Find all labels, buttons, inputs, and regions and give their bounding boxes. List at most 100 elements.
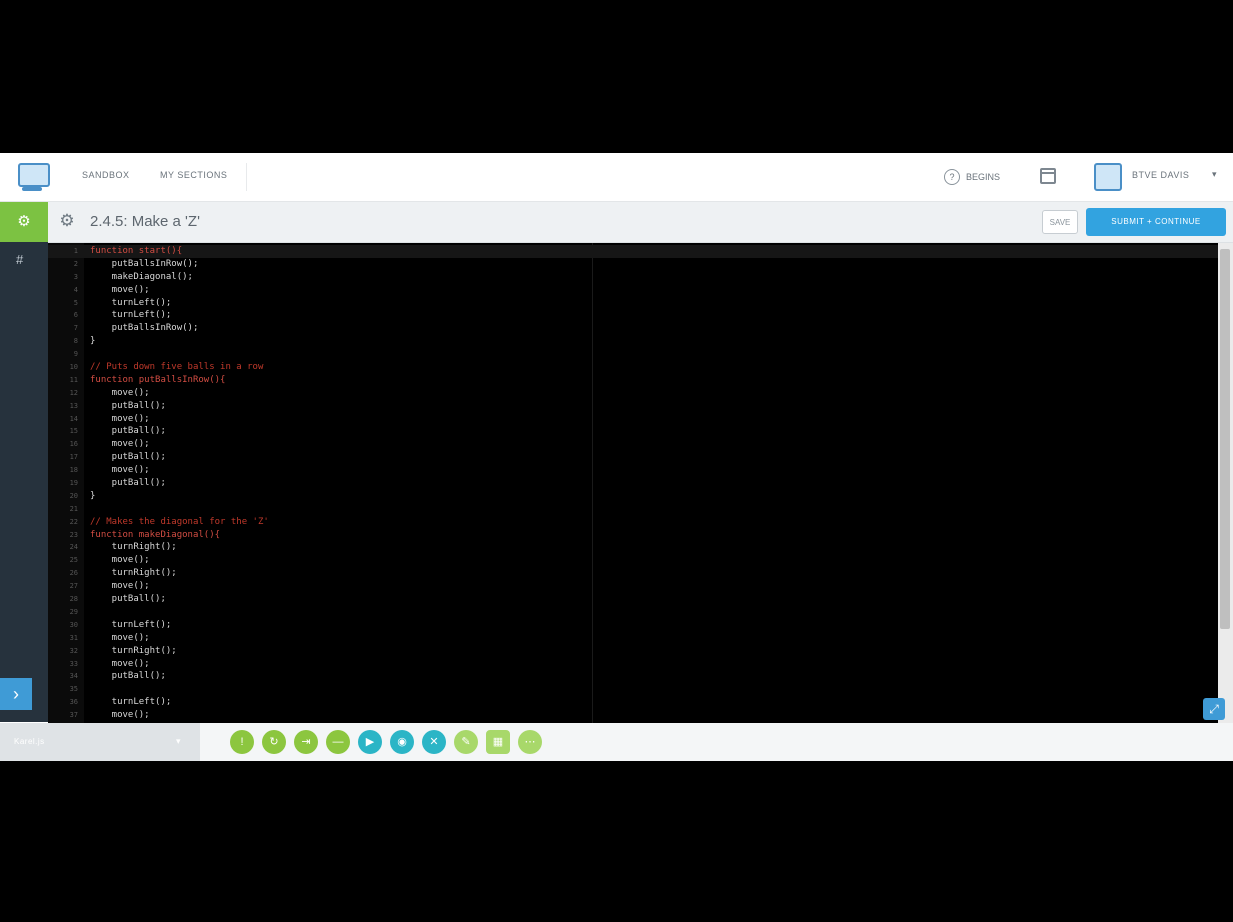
code-line[interactable]: 22 // Makes the diagonal for the 'Z' <box>48 516 1218 529</box>
codehs-logo-icon[interactable] <box>16 161 50 193</box>
file-selector[interactable]: Karel.js ▾ <box>0 723 200 761</box>
reset-button[interactable]: ↻ <box>262 730 286 754</box>
code-text: putBall(); <box>90 452 166 463</box>
code-text: turnRight(); <box>90 542 177 553</box>
line-number: 18 <box>69 466 78 475</box>
code-line[interactable]: 21 <box>48 503 1218 516</box>
code-line[interactable]: 3 makeDiagonal(); <box>48 271 1218 284</box>
code-line[interactable]: 4 move(); <box>48 284 1218 297</box>
code-line[interactable]: 28 putBall(); <box>48 593 1218 606</box>
line-number: 22 <box>69 517 78 526</box>
bottom-toolbar: Karel.js ▾ ! ↻ ⇥ — ▶ ◉ ✕ ✎ ▦ ⋯ <box>0 723 1233 761</box>
line-number: 31 <box>69 633 78 642</box>
hash-icon[interactable]: # <box>16 252 23 267</box>
code-line[interactable]: 23 function makeDiagonal(){ <box>48 529 1218 542</box>
grid-button[interactable]: ▦ <box>486 730 510 754</box>
code-line[interactable]: 18 move(); <box>48 464 1218 477</box>
line-number: 30 <box>69 620 78 629</box>
code-line[interactable]: 26 turnRight(); <box>48 567 1218 580</box>
code-line[interactable]: 12 move(); <box>48 387 1218 400</box>
code-line[interactable]: 34 putBall(); <box>48 670 1218 683</box>
line-number: 8 <box>73 337 78 346</box>
code-line[interactable]: 6 turnLeft(); <box>48 309 1218 322</box>
user-name[interactable]: BTVE DAVIS <box>1132 170 1189 180</box>
calendar-icon[interactable] <box>1040 168 1056 184</box>
help-button[interactable]: ? BEGINS <box>944 167 1000 187</box>
code-text: makeDiagonal(); <box>90 271 193 282</box>
line-number: 3 <box>73 272 78 281</box>
more-button[interactable]: ⋯ <box>518 730 542 754</box>
chevron-down-icon[interactable]: ▾ <box>1212 169 1217 180</box>
line-number: 28 <box>69 595 78 604</box>
line-number: 19 <box>69 479 78 488</box>
code-line[interactable]: 7 putBallsInRow(); <box>48 322 1218 335</box>
line-number: 12 <box>69 388 78 397</box>
line-number: 33 <box>69 659 78 668</box>
code-text: move(); <box>90 632 150 643</box>
code-line[interactable]: 16 move(); <box>48 438 1218 451</box>
file-name: Karel.js <box>14 737 45 746</box>
code-text: move(); <box>90 555 150 566</box>
code-line[interactable]: 17 putBall(); <box>48 451 1218 464</box>
code-lines[interactable]: 1 function start(){2 putBallsInRow(); 3 ma… <box>48 245 1218 722</box>
submit-continue-button[interactable]: SUBMIT + CONTINUE <box>1086 208 1226 236</box>
code-line[interactable]: 24 turnRight(); <box>48 541 1218 554</box>
code-line[interactable]: 32 turnRight(); <box>48 645 1218 658</box>
code-line[interactable]: 13 putBall(); <box>48 400 1218 413</box>
page-title: 2.4.5: Make a 'Z' <box>90 213 200 230</box>
step-button[interactable]: ⇥ <box>294 730 318 754</box>
line-number: 10 <box>69 363 78 372</box>
code-text: } <box>90 336 96 347</box>
code-text: function putBallsInRow(){ <box>90 374 226 385</box>
expand-panel-button[interactable]: › <box>0 678 32 710</box>
code-editor[interactable]: 1 function start(){2 putBallsInRow(); 3 ma… <box>48 243 1218 723</box>
stop-button[interactable]: ✕ <box>422 730 446 754</box>
fullscreen-icon[interactable]: ⤢ <box>1203 698 1225 720</box>
save-button[interactable]: SAVE <box>1042 210 1078 234</box>
line-number: 27 <box>69 582 78 591</box>
code-line[interactable]: 36 turnLeft(); <box>48 696 1218 709</box>
code-line[interactable]: 1 function start(){ <box>48 245 1218 258</box>
code-line[interactable]: 14 move(); <box>48 413 1218 426</box>
line-number: 35 <box>69 685 78 694</box>
settings-cog-icon[interactable]: ⚙ <box>58 212 76 230</box>
help-icon: ? <box>944 169 960 185</box>
code-line[interactable]: 31 move(); <box>48 632 1218 645</box>
editor-scrollbar-thumb[interactable] <box>1220 249 1230 629</box>
record-button[interactable]: ◉ <box>390 730 414 754</box>
code-line[interactable]: 8} <box>48 335 1218 348</box>
line-number: 32 <box>69 646 78 655</box>
code-line[interactable]: 10 // Puts down five balls in a row <box>48 361 1218 374</box>
code-text: putBall(); <box>90 426 166 437</box>
code-text: putBall(); <box>90 594 166 605</box>
edit-button[interactable]: ✎ <box>454 730 478 754</box>
nav-link-my-sections[interactable]: MY SECTIONS <box>160 170 227 180</box>
code-line[interactable]: 25 move(); <box>48 554 1218 567</box>
rail-settings-button[interactable]: ⚙ <box>0 202 48 242</box>
line-number: 17 <box>69 453 78 462</box>
code-text: move(); <box>90 387 150 398</box>
code-line[interactable]: 29 <box>48 606 1218 619</box>
code-line[interactable]: 5 turnLeft(); <box>48 297 1218 310</box>
play-button[interactable]: ▶ <box>358 730 382 754</box>
docs-button[interactable]: — <box>326 730 350 754</box>
code-line[interactable]: 11 function putBallsInRow(){ <box>48 374 1218 387</box>
code-line[interactable]: 27 move(); <box>48 580 1218 593</box>
code-text: move(); <box>90 439 150 450</box>
run-button[interactable]: ! <box>230 730 254 754</box>
code-line[interactable]: 35 <box>48 683 1218 696</box>
avatar[interactable] <box>1094 163 1122 191</box>
code-line[interactable]: 30 turnLeft(); <box>48 619 1218 632</box>
code-text: turnLeft(); <box>90 310 172 321</box>
code-line[interactable]: 37 move(); <box>48 709 1218 722</box>
line-number: 36 <box>69 698 78 707</box>
code-line[interactable]: 20} <box>48 490 1218 503</box>
code-line[interactable]: 15 putBall(); <box>48 425 1218 438</box>
code-line[interactable]: 2 putBallsInRow(); <box>48 258 1218 271</box>
chevron-down-icon: ▾ <box>176 736 181 746</box>
code-line[interactable]: 33 move(); <box>48 658 1218 671</box>
nav-link-sandbox[interactable]: SANDBOX <box>82 170 130 180</box>
code-text: move(); <box>90 658 150 669</box>
code-line[interactable]: 19 putBall(); <box>48 477 1218 490</box>
code-line[interactable]: 9 <box>48 348 1218 361</box>
